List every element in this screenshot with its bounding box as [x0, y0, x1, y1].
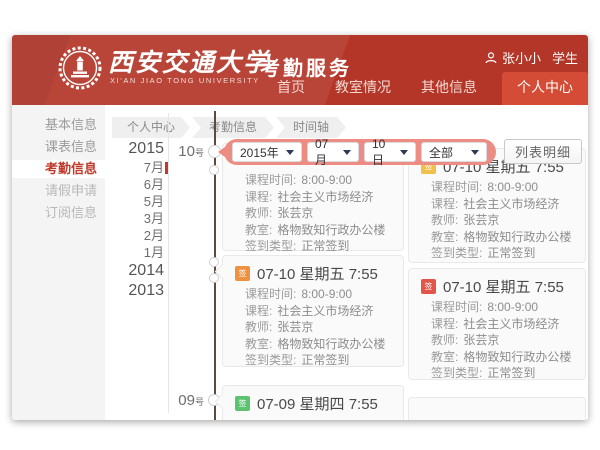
- breadcrumb: 个人中心 考勤信息 时间轴: [112, 117, 346, 138]
- timeline-month-may[interactable]: 5月: [104, 193, 164, 210]
- app-header: 西安交通大学 XI'AN JIAO TONG UNIVERSITY 考勤服务 张…: [12, 35, 588, 105]
- attendance-stamp-green-icon: 签: [235, 396, 250, 411]
- user-role: 学生: [552, 48, 578, 67]
- card-datetime: 07-10 星期五 7:55: [257, 263, 378, 284]
- university-logo-icon: [58, 46, 102, 90]
- breadcrumb-attendance-info[interactable]: 考勤信息: [192, 117, 274, 138]
- breadcrumb-timeline[interactable]: 时间轴: [276, 117, 346, 138]
- university-name-en: XI'AN JIAO TONG UNIVERSITY: [110, 76, 260, 85]
- app-window: 西安交通大学 XI'AN JIAO TONG UNIVERSITY 考勤服务 张…: [12, 35, 588, 420]
- sidebar-item-leave-request[interactable]: 请假申请: [12, 182, 105, 200]
- attendance-card: 签 07-10 星期五 7:55 课程时间:8:00-9:00 课程:社会主义市…: [408, 268, 586, 380]
- university-name-cn: 西安交通大学: [108, 43, 270, 79]
- timeline-node: [209, 257, 219, 267]
- year-select[interactable]: 2015年: [232, 142, 302, 162]
- timeline-year-2013[interactable]: 2013: [104, 281, 164, 301]
- screen: 西安交通大学 XI'AN JIAO TONG UNIVERSITY 考勤服务 张…: [0, 0, 600, 450]
- month-select[interactable]: 07月: [307, 142, 359, 162]
- timeline-year-2014[interactable]: 2014: [104, 261, 164, 281]
- selected-month-tick: [165, 162, 168, 174]
- filter-bar: 2015年 07月 10日 全部: [224, 139, 496, 165]
- attendance-card: [408, 397, 586, 420]
- attendance-stamp-red-icon: 签: [421, 279, 436, 294]
- attendance-card: 签 07-10 星期五 7:55 课程时间:8:00-9:00 课程:社会主义市…: [222, 255, 404, 367]
- breadcrumb-personal-center[interactable]: 个人中心: [112, 117, 190, 138]
- person-icon: [485, 52, 497, 64]
- sidebar-item-schedule-info[interactable]: 课表信息: [12, 138, 105, 156]
- card-datetime: 07-10 星期五 7:55: [443, 276, 564, 297]
- caret-down-icon: [471, 150, 479, 155]
- sidebar-item-subscription-info[interactable]: 订阅信息: [12, 204, 105, 222]
- attendance-stamp-orange-icon: 签: [235, 266, 250, 281]
- nav-classroom-status[interactable]: 教室情况: [320, 77, 406, 105]
- main-nav: 首页 教室情况 其他信息 个人中心: [262, 72, 588, 105]
- timeline-month-list: 2015 7月 6月 5月 3月 2月 1月 2014 2013: [104, 139, 164, 301]
- card-datetime: 07-09 星期四 7:55: [257, 393, 378, 414]
- user-name: 张小小: [502, 48, 541, 67]
- caret-down-icon: [400, 150, 408, 155]
- timeline-year-2015[interactable]: 2015: [104, 139, 164, 159]
- sidebar: 基本信息 课表信息 考勤信息 请假申请 订阅信息: [12, 105, 105, 420]
- sidebar-item-basic-info[interactable]: 基本信息: [12, 116, 105, 134]
- page-body: 基本信息 课表信息 考勤信息 请假申请 订阅信息 个人中心 考勤信息 时间轴 2…: [12, 105, 588, 420]
- day-marker-10: 10号: [168, 143, 204, 160]
- attendance-card: 签 07-09 星期四 7:55: [222, 385, 404, 420]
- timeline-month-feb[interactable]: 2月: [104, 227, 164, 244]
- caret-down-icon: [343, 150, 351, 155]
- type-select[interactable]: 全部: [421, 142, 487, 162]
- caret-down-icon: [286, 150, 294, 155]
- timeline-month-jan[interactable]: 1月: [104, 244, 164, 261]
- timeline-month-mar[interactable]: 3月: [104, 210, 164, 227]
- nav-personal-center-active-tab[interactable]: 个人中心: [502, 72, 588, 105]
- nav-other-info[interactable]: 其他信息: [406, 77, 492, 105]
- day-marker-09: 09号: [168, 392, 204, 409]
- day-select[interactable]: 10日: [364, 142, 416, 162]
- list-detail-button[interactable]: 列表明细: [504, 139, 582, 164]
- nav-home[interactable]: 首页: [262, 77, 320, 105]
- timeline-month-jul[interactable]: 7月: [104, 159, 164, 176]
- attendance-card: 签 07-10 星期五 7:55 课程时间:8:00-9:00 课程:社会主义市…: [408, 148, 586, 263]
- user-menu[interactable]: 张小小 学生: [485, 48, 578, 67]
- timeline-month-jun[interactable]: 6月: [104, 176, 164, 193]
- timeline-node: [209, 165, 219, 175]
- sidebar-item-attendance-info[interactable]: 考勤信息: [12, 160, 105, 178]
